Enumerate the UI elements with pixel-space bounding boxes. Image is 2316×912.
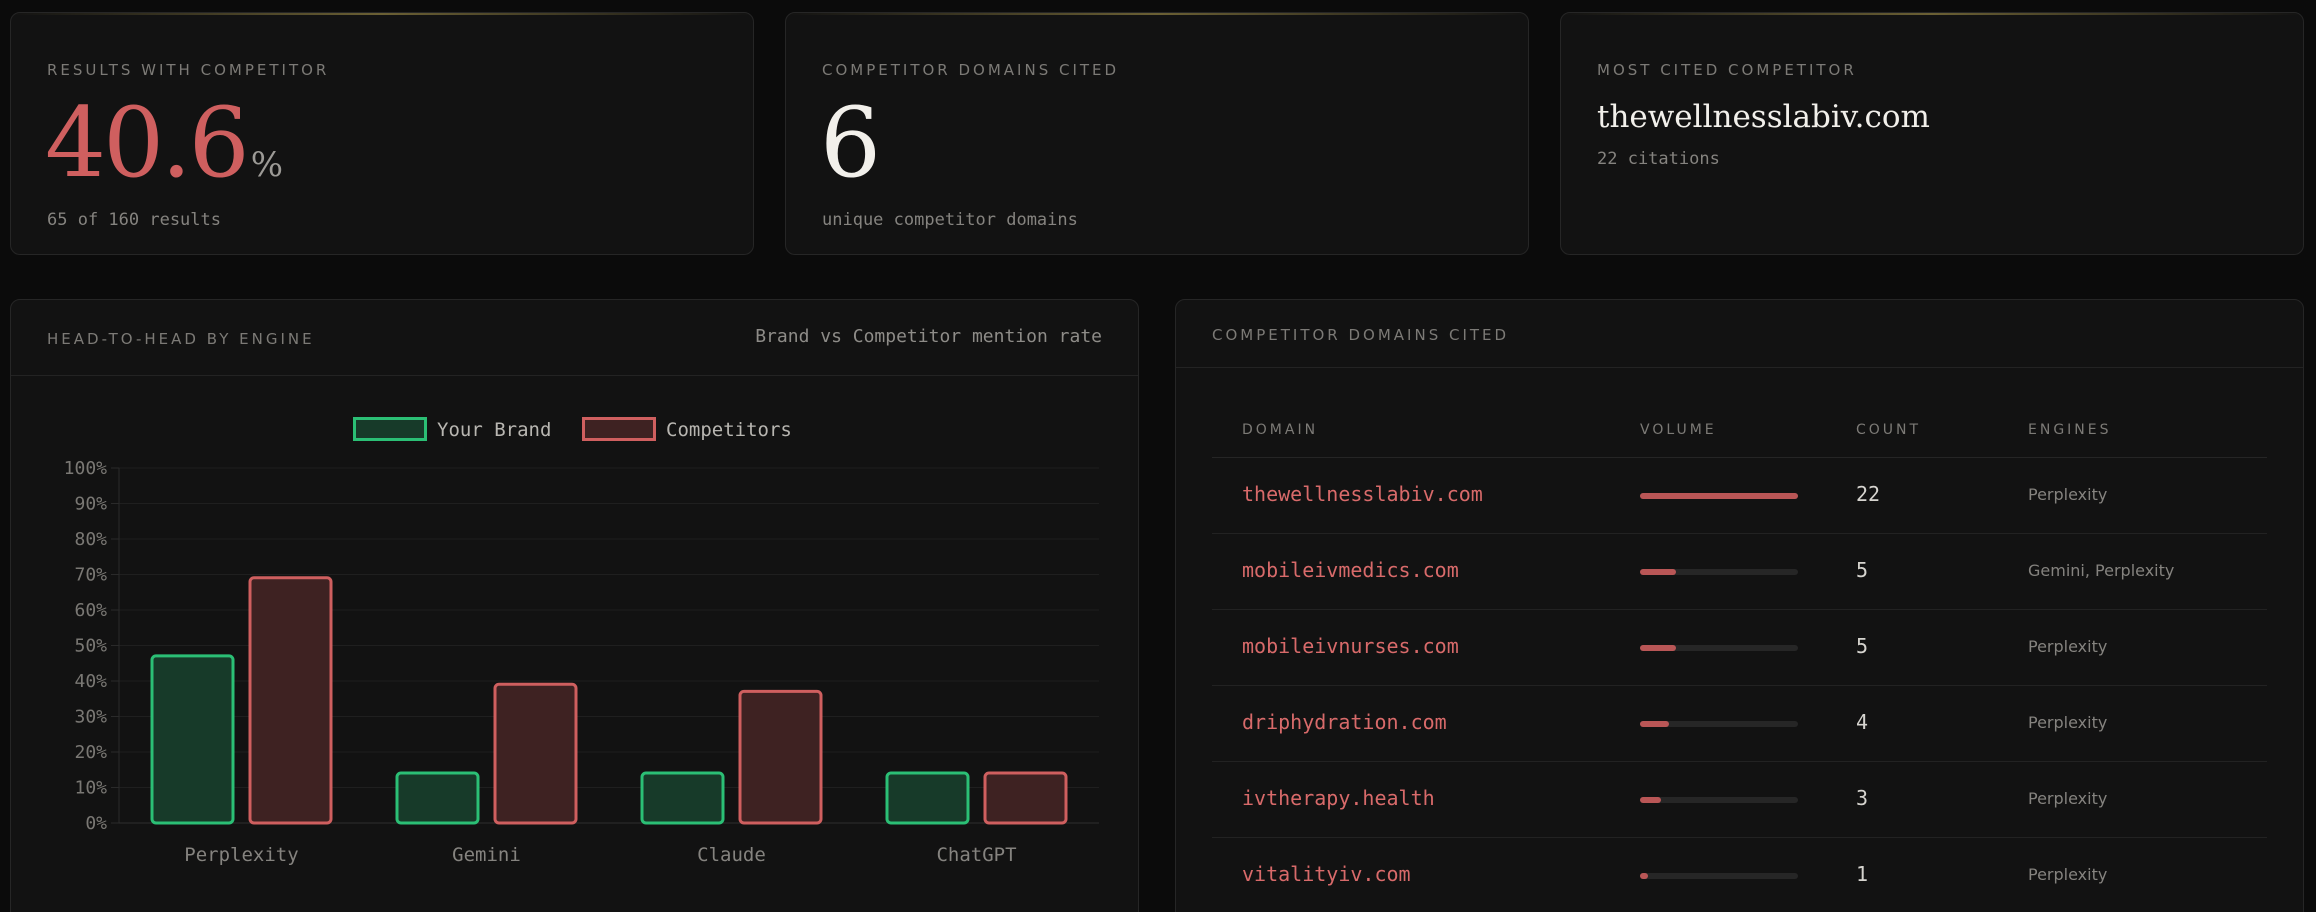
panel-title: COMPETITOR DOMAINS CITED [1212, 326, 1510, 344]
volume-bar-fill [1640, 873, 1648, 879]
engines-list: Perplexity [2028, 865, 2108, 884]
stat-label: MOST CITED COMPETITOR [1597, 61, 1857, 79]
table-row[interactable]: mobileivnurses.com 5 Perplexity [1212, 610, 2267, 686]
engines-list: Perplexity [2028, 637, 2108, 656]
column-header-engines[interactable]: ENGINES [2028, 422, 2112, 438]
stat-card-competitor-domains: COMPETITOR DOMAINS CITED 6 unique compet… [785, 12, 1529, 255]
mention-rate-chart: 0% 10% 20% 30% 40% 50% 60% 70% 80% 90% 100% Perplex… [64, 417, 1099, 866]
volume-bar [1640, 721, 1798, 727]
table-row[interactable]: ivtherapy.health 3 Perplexity [1212, 762, 2267, 838]
column-header-volume[interactable]: VOLUME [1640, 422, 1717, 438]
citation-count: 5 [1856, 634, 1869, 658]
domain-link[interactable]: mobileivmedics.com [1242, 558, 1459, 582]
competitor-bar [738, 689, 823, 825]
column-header-domain[interactable]: DOMAIN [1242, 422, 1318, 438]
engines-list: Perplexity [2028, 713, 2108, 732]
stat-card-results-with-competitor: RESULTS WITH COMPETITOR 40.6% 65 of 160 … [10, 12, 754, 255]
y-tick-label: 0% [85, 813, 107, 834]
stat-sub: 65 of 160 results [47, 210, 221, 230]
volume-bar-fill [1640, 569, 1676, 575]
domain-link[interactable]: vitalityiv.com [1242, 862, 1411, 886]
stat-value: 40.6% [45, 95, 283, 191]
most-cited-domain[interactable]: thewellnesslabiv.com [1597, 99, 1930, 135]
engines-list: Perplexity [2028, 485, 2108, 504]
domains-table: DOMAIN VOLUME COUNT ENGINES thewellnessl… [1212, 400, 2267, 912]
table-row[interactable]: driphydration.com 4 Perplexity [1212, 686, 2267, 762]
brand-bar [885, 771, 970, 825]
volume-bar [1640, 493, 1798, 499]
volume-bar-fill [1640, 493, 1798, 499]
brand-bar [640, 771, 725, 825]
x-category-label: Gemini [452, 844, 521, 866]
stat-value: 6 [820, 87, 881, 199]
legend-swatch-brand [353, 417, 427, 441]
citation-count: 3 [1856, 786, 1869, 810]
citation-count: 1 [1856, 862, 1869, 886]
brand-bar [395, 771, 480, 825]
table-row[interactable]: vitalityiv.com 1 Perplexity [1212, 838, 2267, 912]
stat-label: COMPETITOR DOMAINS CITED [822, 61, 1120, 79]
head-to-head-panel: HEAD-TO-HEAD BY ENGINE Brand vs Competit… [10, 299, 1139, 912]
panel-subtitle: Brand vs Competitor mention rate [755, 326, 1102, 347]
y-tick-label: 60% [74, 600, 107, 621]
y-tick-label: 40% [74, 671, 107, 692]
engines-list: Gemini, Perplexity [2028, 561, 2175, 580]
competitor-domains-panel: COMPETITOR DOMAINS CITED DOMAIN VOLUME C… [1175, 299, 2304, 912]
stat-card-most-cited: MOST CITED COMPETITOR thewellnesslabiv.c… [1560, 12, 2304, 255]
competitor-bar [248, 576, 333, 825]
x-category-label: Perplexity [184, 844, 298, 866]
panel-header: COMPETITOR DOMAINS CITED [1176, 300, 2303, 368]
volume-bar [1640, 645, 1798, 651]
domain-link[interactable]: thewellnesslabiv.com [1242, 482, 1483, 506]
volume-bar [1640, 569, 1798, 575]
y-tick-label: 70% [74, 565, 107, 586]
citation-count: 22 [1856, 482, 1881, 506]
volume-bar-fill [1640, 797, 1662, 803]
table-row[interactable]: thewellnesslabiv.com 22 Perplexity [1212, 458, 2267, 534]
y-tick-label: 90% [74, 494, 107, 515]
legend-swatch-competitors [582, 417, 656, 441]
citation-count: 4 [1856, 710, 1869, 734]
y-tick-label: 30% [74, 707, 107, 728]
panel-title: HEAD-TO-HEAD BY ENGINE [47, 330, 315, 348]
x-category-label: Claude [697, 844, 766, 866]
stat-number: 40.6 [45, 87, 250, 199]
y-tick-label: 50% [74, 636, 107, 657]
column-header-count[interactable]: COUNT [1856, 422, 1921, 438]
domain-link[interactable]: driphydration.com [1242, 710, 1447, 734]
engines-list: Perplexity [2028, 789, 2108, 808]
stat-unit: % [250, 145, 284, 185]
panel-header: HEAD-TO-HEAD BY ENGINE Brand vs Competit… [11, 300, 1138, 376]
competitor-bar [983, 771, 1068, 825]
domain-link[interactable]: ivtherapy.health [1242, 786, 1435, 810]
stat-sub: 22 citations [1597, 149, 1720, 169]
table-body: thewellnesslabiv.com 22 Perplexity mobileiv… [1212, 458, 2267, 912]
competitor-bar [493, 682, 578, 825]
y-tick-label: 20% [74, 742, 107, 763]
volume-bar-fill [1640, 645, 1676, 651]
y-tick-label: 80% [74, 529, 107, 550]
stat-label: RESULTS WITH COMPETITOR [47, 61, 330, 79]
volume-bar [1640, 873, 1798, 879]
volume-bar-fill [1640, 721, 1669, 727]
legend-label-brand: Your Brand [437, 419, 551, 441]
volume-bar [1640, 797, 1798, 803]
table-row[interactable]: mobileivmedics.com 5 Gemini, Perplexity [1212, 534, 2267, 610]
y-tick-label: 10% [74, 778, 107, 799]
x-category-label: ChatGPT [936, 844, 1016, 866]
citation-count: 5 [1856, 558, 1869, 582]
domain-link[interactable]: mobileivnurses.com [1242, 634, 1459, 658]
y-tick-label: 100% [64, 458, 108, 479]
legend-label-competitors: Competitors [666, 419, 792, 441]
table-header: DOMAIN VOLUME COUNT ENGINES [1212, 400, 2267, 458]
brand-bar [150, 654, 235, 825]
stat-sub: unique competitor domains [822, 210, 1078, 230]
